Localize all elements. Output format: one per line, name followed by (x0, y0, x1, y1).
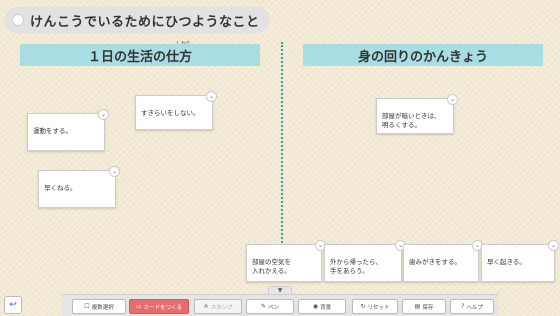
card-text: 外から帰ったら、 手をあらう。 (330, 258, 382, 275)
back-button[interactable]: ↩ (4, 296, 22, 314)
reset-button[interactable]: ↻ リセット (352, 299, 398, 314)
help-icon: ? (461, 302, 465, 310)
title-banner: けんこうでいるためにひつようなこと (4, 7, 270, 33)
back-arrow-icon: ↩ (9, 300, 17, 310)
chevron-down-icon[interactable]: ⌄ (447, 94, 458, 105)
column-header-daily-life: １日の生活の仕方 (20, 44, 260, 66)
help-button[interactable]: ? ヘルプ (450, 299, 494, 314)
title-bullet-icon (12, 14, 24, 26)
page-title: けんこうでいるためにひつようなこと (30, 14, 260, 30)
card-ventilate-room[interactable]: 部屋の空気を 入れかえる。 ⌄ (246, 240, 326, 282)
column-header-environment: 身の回りのかんきょう (303, 44, 543, 66)
eye-icon: ◉ (312, 302, 319, 310)
card-wake-early[interactable]: 早く起きる。 ⌄ (481, 240, 559, 282)
card-text: すきらいをしない。 (141, 109, 200, 117)
pen-icon: ✎ (260, 302, 266, 310)
card-no-picky-eating[interactable]: すきらいをしない。 ⌄ (135, 91, 217, 130)
card-text: 早く起きる。 (487, 258, 526, 266)
pen-button[interactable]: ✎ ペン (246, 299, 294, 314)
card-sleep-early[interactable]: 早くねる。 ⌄ (38, 166, 120, 208)
make-card-button[interactable]: ▭ カードをつくる (129, 299, 189, 314)
reset-icon: ↻ (360, 302, 366, 310)
toolbar: ☐ 複数選択 ▭ カードをつくる ♣ スタンプ ✎ ペン ◉ 背景 ↻ リセット… (62, 294, 498, 316)
chevron-down-icon[interactable]: ⌄ (98, 109, 109, 120)
chevron-down-icon[interactable]: ⌄ (206, 91, 217, 102)
chevron-down-icon[interactable]: ⌄ (109, 166, 120, 177)
multi-select-button[interactable]: ☐ 複数選択 (72, 299, 126, 314)
checkbox-icon: ☐ (84, 302, 90, 310)
stamp-icon: ♣ (203, 302, 209, 310)
stamp-button[interactable]: ♣ スタンプ (194, 299, 242, 314)
card-exercise[interactable]: 運動をする。 ⌄ (27, 109, 109, 151)
card-wash-hands[interactable]: 外から帰ったら、 手をあらう。 ⌄ (324, 240, 406, 282)
toolbar-toggle-button[interactable]: ▼ (268, 286, 292, 294)
background-button[interactable]: ◉ 背景 (298, 299, 346, 314)
card-text: 部屋が暗いときは、 明るくする。 (382, 112, 441, 129)
save-icon: ▤ (414, 302, 421, 310)
card-text: 歯みがきをする。 (409, 258, 461, 266)
card-brighten-room[interactable]: 部屋が暗いときは、 明るくする。 ⌄ (376, 94, 458, 134)
chevron-down-icon[interactable]: ⌄ (548, 240, 559, 251)
card-text: 運動をする。 (33, 127, 72, 135)
save-button[interactable]: ▤ 保存 (402, 299, 446, 314)
card-icon: ▭ (135, 302, 142, 310)
card-text: 早くねる。 (44, 184, 77, 192)
card-text: 部屋の空気を 入れかえる。 (252, 258, 291, 275)
card-brush-teeth[interactable]: 歯みがきをする。 ⌄ (403, 240, 483, 282)
